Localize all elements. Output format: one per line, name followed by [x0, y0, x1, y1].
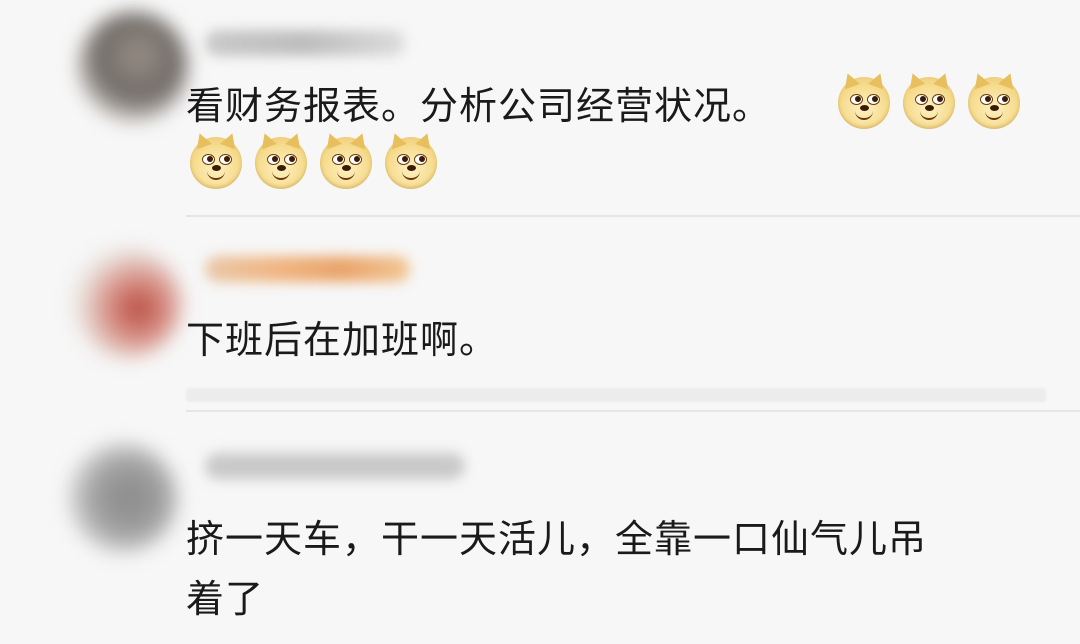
comment-text-line-1: 挤一天车，干一天活儿，全靠一口仙气儿吊: [186, 517, 928, 561]
avatar[interactable]: [78, 12, 188, 122]
emoji-row: [838, 70, 1020, 129]
doge-emoji-icon: [385, 130, 437, 189]
divider: [186, 410, 1080, 412]
comment-text-line-2: 着了: [186, 577, 265, 621]
doge-emoji-icon: [255, 130, 307, 189]
username-blurred[interactable]: [205, 30, 405, 56]
doge-emoji-icon: [320, 130, 372, 189]
avatar[interactable]: [68, 443, 178, 553]
comment-item-2: 下班后在加班啊。: [0, 230, 1080, 410]
avatar[interactable]: [72, 248, 182, 358]
doge-emoji-icon: [968, 70, 1020, 129]
divider-band: [186, 388, 1046, 402]
comment-text: 看财务报表。分析公司经营状况。: [186, 84, 772, 128]
emoji-row: [190, 130, 437, 189]
doge-emoji-icon: [190, 130, 242, 189]
doge-emoji-icon: [903, 70, 955, 129]
username-blurred[interactable]: [205, 453, 465, 479]
username-blurred[interactable]: [205, 256, 410, 282]
divider: [186, 215, 1080, 217]
doge-emoji-icon: [838, 70, 890, 129]
comment-text: 下班后在加班啊。: [186, 318, 499, 362]
comment-item-1: 看财务报表。分析公司经营状况。: [0, 0, 1080, 215]
comment-item-3: 挤一天车，干一天活儿，全靠一口仙气儿吊 着了: [0, 425, 1080, 644]
